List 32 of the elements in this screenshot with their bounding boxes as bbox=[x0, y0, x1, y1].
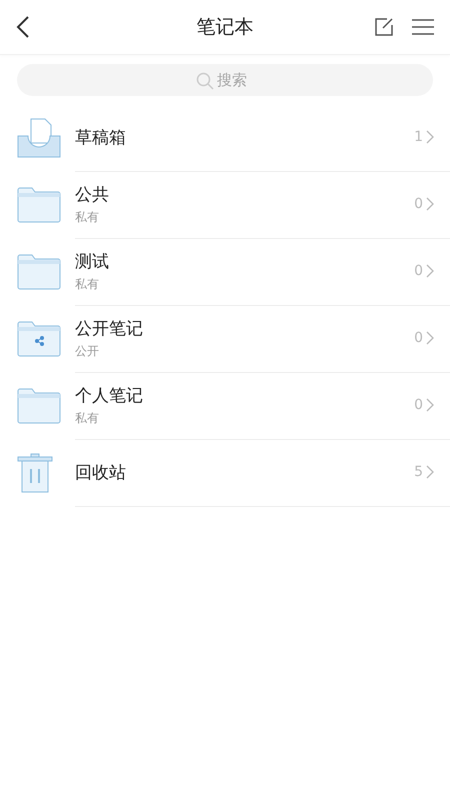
shared-folder-icon bbox=[17, 320, 61, 356]
notebook-name[interactable]: 草稿箱 bbox=[75, 126, 414, 148]
notebook-name[interactable]: 公共 bbox=[75, 182, 414, 206]
inbox-tray-icon bbox=[17, 118, 61, 158]
chevron-icon bbox=[426, 465, 434, 479]
page-title: 笔记本 bbox=[196, 15, 254, 40]
trash-icon bbox=[17, 452, 53, 492]
note-count: 0 bbox=[414, 263, 423, 279]
notebook-name[interactable]: 回收站 bbox=[75, 460, 414, 484]
notebook-name[interactable]: 公开笔记 bbox=[75, 316, 414, 340]
search-field[interactable]: 搜索 bbox=[17, 64, 433, 96]
chevron-icon bbox=[426, 398, 434, 412]
note-count: 1 bbox=[414, 129, 423, 145]
note-count: 0 bbox=[414, 330, 423, 346]
notebook-visibility: 私有 bbox=[75, 410, 100, 426]
chevron-icon bbox=[426, 197, 434, 211]
notebook-name[interactable]: 测试 bbox=[75, 250, 414, 272]
folder-icon bbox=[17, 388, 61, 424]
menu-icon[interactable] bbox=[410, 17, 436, 37]
note-count: 5 bbox=[414, 464, 423, 480]
notebook-name[interactable]: 个人笔记 bbox=[75, 384, 414, 406]
notebook-visibility: 公开 bbox=[75, 342, 100, 360]
folder-icon bbox=[17, 186, 61, 222]
chevron-icon bbox=[426, 264, 434, 278]
search-icon bbox=[196, 72, 214, 90]
chevron-icon bbox=[426, 331, 434, 345]
chevron-icon bbox=[426, 130, 434, 144]
notebook-visibility: 私有 bbox=[75, 276, 100, 292]
note-count: 0 bbox=[414, 397, 423, 413]
notebook-visibility: 私有 bbox=[75, 208, 100, 226]
note-count: 0 bbox=[414, 196, 423, 212]
folder-icon bbox=[17, 254, 61, 290]
